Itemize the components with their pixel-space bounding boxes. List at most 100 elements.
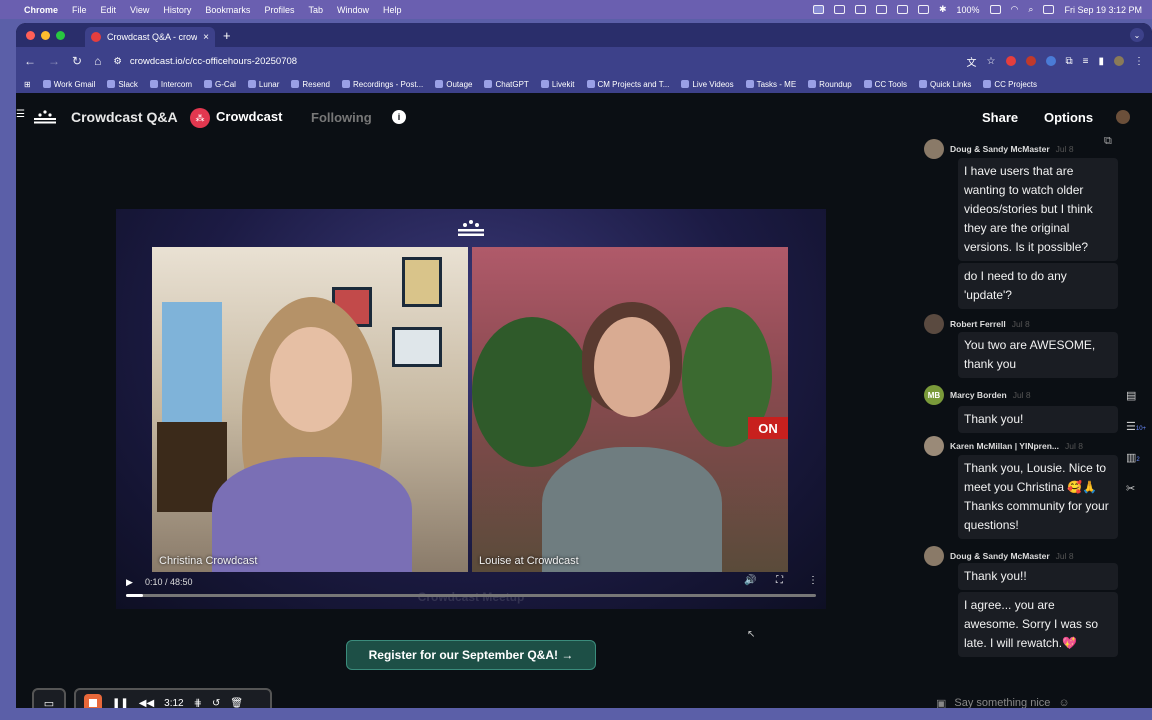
emoji-icon[interactable]: ☺: [1058, 697, 1069, 708]
bookmark-item[interactable]: G-Cal: [204, 80, 236, 89]
chrome-menu-icon[interactable]: ⋮: [1134, 56, 1144, 67]
translate-icon[interactable]: 文: [967, 54, 977, 69]
bookmark-item[interactable]: Work Gmail: [42, 80, 95, 89]
reading-list-icon[interactable]: ≡: [1083, 56, 1089, 67]
grid-icon[interactable]: ⋕: [194, 698, 202, 709]
browser-tab[interactable]: Crowdcast Q&A - crowdcast ×: [85, 27, 215, 47]
restart-icon[interactable]: ↺: [212, 698, 220, 709]
bookmark-item[interactable]: Slack: [107, 80, 138, 89]
menu-help[interactable]: Help: [383, 5, 402, 15]
close-window-button[interactable]: [26, 30, 35, 40]
qa-icon[interactable]: ▥2: [1126, 451, 1146, 464]
host-name[interactable]: Crowdcast: [216, 109, 282, 124]
bluetooth-icon[interactable]: ✱: [939, 4, 947, 15]
address-bar[interactable]: ⚙ crowdcast.io/c/cc-officehours-20250708: [113, 51, 954, 71]
close-tab-icon[interactable]: ×: [203, 32, 209, 43]
menu-window[interactable]: Window: [337, 5, 369, 15]
record-extension-icon[interactable]: [1005, 56, 1016, 66]
menu-bookmarks[interactable]: Bookmarks: [205, 5, 250, 15]
chat-input[interactable]: Say something nice: [954, 697, 1050, 708]
home-icon[interactable]: ⌂: [94, 54, 101, 68]
play-icon[interactable]: ▶: [126, 577, 133, 588]
bookmark-item[interactable]: Intercom: [149, 80, 192, 89]
following-button[interactable]: Following: [311, 110, 372, 125]
apps-grid-icon[interactable]: ⊞: [24, 80, 31, 89]
register-button[interactable]: Register for our September Q&A! →: [346, 640, 596, 670]
sender-name[interactable]: Doug & Sandy McMaster: [950, 144, 1050, 154]
more-options-icon[interactable]: ⋮: [808, 575, 818, 586]
status-icon[interactable]: [875, 5, 887, 14]
progress-bar[interactable]: [126, 594, 816, 597]
avatar[interactable]: [924, 314, 944, 334]
sidebar-icon[interactable]: ▮: [1098, 56, 1104, 67]
host-logo[interactable]: ⁂: [190, 108, 210, 128]
battery-icon[interactable]: [989, 5, 1001, 14]
share-button[interactable]: Share: [982, 110, 1018, 125]
menu-icon[interactable]: ☰: [16, 109, 25, 120]
trash-icon[interactable]: 🗑: [230, 698, 243, 709]
bookmark-star-icon[interactable]: ☆: [987, 56, 996, 67]
fullscreen-icon[interactable]: ⛶: [776, 575, 783, 586]
menu-view[interactable]: View: [130, 5, 149, 15]
sender-name[interactable]: Doug & Sandy McMaster: [950, 551, 1050, 561]
status-icon[interactable]: [896, 5, 908, 14]
menu-app[interactable]: Chrome: [24, 5, 58, 15]
bookmark-folder[interactable]: CC Projects: [983, 80, 1037, 89]
menu-history[interactable]: History: [163, 5, 191, 15]
bookmark-item[interactable]: Recordings - Post...: [341, 80, 423, 89]
new-tab-icon[interactable]: +: [223, 28, 231, 43]
menu-profiles[interactable]: Profiles: [264, 5, 294, 15]
options-button[interactable]: Options: [1044, 110, 1093, 125]
sender-name[interactable]: Marcy Borden: [950, 390, 1007, 400]
extension-icon[interactable]: [1045, 56, 1056, 66]
bookmark-item[interactable]: Resend: [291, 80, 330, 89]
control-center-icon[interactable]: [1043, 5, 1055, 14]
stop-recording-button[interactable]: [84, 694, 102, 708]
status-icon[interactable]: [917, 5, 929, 14]
bookmark-item[interactable]: Tasks - ME: [745, 80, 796, 89]
tab-search-icon[interactable]: ⌄: [1130, 28, 1144, 42]
avatar[interactable]: [924, 139, 944, 159]
bookmark-item[interactable]: CM Projects and T...: [586, 80, 669, 89]
popout-icon[interactable]: ⧉: [1104, 135, 1112, 148]
menu-tab[interactable]: Tab: [308, 5, 323, 15]
bookmark-item[interactable]: Livekit: [540, 80, 575, 89]
forward-icon[interactable]: →: [48, 54, 60, 68]
menu-edit[interactable]: Edit: [101, 5, 117, 15]
profile-avatar[interactable]: [1114, 56, 1124, 66]
info-icon[interactable]: i: [392, 110, 406, 124]
recorder-camera-button[interactable]: ▭: [32, 688, 66, 708]
bookmark-item[interactable]: Live Videos: [681, 80, 734, 89]
back-icon[interactable]: ←: [24, 54, 36, 68]
avatar[interactable]: MB: [924, 385, 944, 405]
menubar-clock[interactable]: Fri Sep 19 3:12 PM: [1064, 5, 1142, 15]
tools-icon[interactable]: ✂: [1126, 482, 1146, 495]
sender-name[interactable]: Karen McMillan | YINpren...: [950, 441, 1059, 451]
bookmark-folder[interactable]: CC Tools: [863, 80, 907, 89]
site-info-icon[interactable]: ⚙: [113, 56, 122, 67]
avatar[interactable]: [924, 546, 944, 566]
avatar[interactable]: [924, 436, 944, 456]
video-player[interactable]: Christina Crowdcast ON Louise at Crowdca…: [116, 209, 826, 609]
user-avatar[interactable]: [1116, 110, 1130, 124]
search-icon[interactable]: ⌕: [1028, 4, 1033, 15]
minimize-window-button[interactable]: [41, 30, 50, 40]
volume-icon[interactable]: 🔊: [744, 575, 756, 586]
sender-name[interactable]: Robert Ferrell: [950, 319, 1006, 329]
bookmark-folder[interactable]: Quick Links: [918, 80, 971, 89]
pause-icon[interactable]: ❚❚: [112, 698, 129, 709]
extension-icon[interactable]: [1025, 56, 1036, 66]
crowdcast-logo-icon[interactable]: [32, 110, 58, 124]
status-icon[interactable]: [854, 5, 866, 14]
polls-icon[interactable]: ☰10+: [1126, 420, 1146, 433]
menu-file[interactable]: File: [72, 5, 87, 15]
bookmark-item[interactable]: ChatGPT: [484, 80, 529, 89]
bookmark-item[interactable]: Roundup: [808, 80, 852, 89]
reload-icon[interactable]: ↻: [72, 54, 82, 68]
extensions-puzzle-icon[interactable]: ⧉: [1066, 56, 1073, 67]
status-icon[interactable]: [833, 5, 845, 14]
sticker-icon[interactable]: ▣: [936, 697, 946, 709]
screen-record-icon[interactable]: [812, 5, 824, 14]
wifi-icon[interactable]: ◠: [1011, 4, 1019, 15]
chat-icon[interactable]: ▤: [1126, 389, 1146, 402]
